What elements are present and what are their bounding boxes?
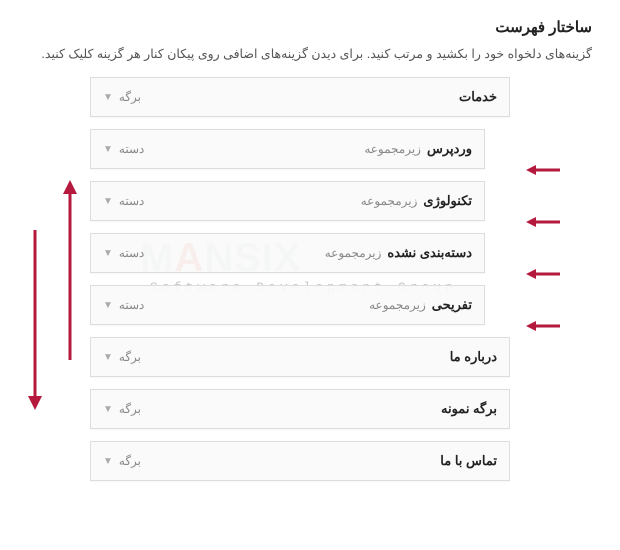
menu-item-sublabel: زیرمجموعه <box>364 142 421 156</box>
section-heading: ساختار فهرست <box>0 18 592 36</box>
menu-item[interactable]: تماس با ما برگه ▼ <box>90 441 510 481</box>
menu-item-type[interactable]: برگه ▼ <box>103 350 141 364</box>
menu-item-type[interactable]: برگه ▼ <box>103 90 141 104</box>
menu-item-title: برگه نمونه <box>441 401 497 417</box>
menu-item-title: تکنولوژی <box>423 193 472 209</box>
chevron-down-icon: ▼ <box>103 144 113 155</box>
menu-item-type[interactable]: دسته ▼ <box>103 142 144 156</box>
menu-item-type[interactable]: دسته ▼ <box>103 194 144 208</box>
chevron-down-icon: ▼ <box>103 352 113 363</box>
menu-item-title: تماس با ما <box>440 453 497 469</box>
menu-item[interactable]: دسته‌بندی نشده زیرمجموعه دسته ▼ <box>90 233 485 273</box>
annotation-arrow-down-icon <box>25 230 45 410</box>
annotation-arrow-up-icon <box>60 180 80 360</box>
menu-item[interactable]: خدمات برگه ▼ <box>90 77 510 117</box>
menu-item-type[interactable]: دسته ▼ <box>103 246 144 260</box>
annotation-arrow-icon <box>530 215 560 229</box>
section-description: گزینه‌های دلخواه خود را بکشید و مرتب کنی… <box>0 46 592 61</box>
menu-item-title: تفریحی <box>432 297 472 313</box>
annotation-arrow-icon <box>530 267 560 281</box>
menu-item[interactable]: وردپرس زیرمجموعه دسته ▼ <box>90 129 485 169</box>
menu-item-sublabel: زیرمجموعه <box>361 194 418 208</box>
menu-item-type[interactable]: دسته ▼ <box>103 298 144 312</box>
menu-item[interactable]: برگه نمونه برگه ▼ <box>90 389 510 429</box>
menu-item-type[interactable]: برگه ▼ <box>103 402 141 416</box>
chevron-down-icon: ▼ <box>103 92 113 103</box>
chevron-down-icon: ▼ <box>103 248 113 259</box>
menu-item[interactable]: تفریحی زیرمجموعه دسته ▼ <box>90 285 485 325</box>
menu-item-sublabel: زیرمجموعه <box>325 246 382 260</box>
menu-item-title: درباره ما <box>450 349 497 365</box>
menu-item[interactable]: درباره ما برگه ▼ <box>90 337 510 377</box>
chevron-down-icon: ▼ <box>103 196 113 207</box>
menu-item[interactable]: تکنولوژی زیرمجموعه دسته ▼ <box>90 181 485 221</box>
chevron-down-icon: ▼ <box>103 404 113 415</box>
annotation-arrow-icon <box>530 319 560 333</box>
annotation-arrow-icon <box>530 163 560 177</box>
menu-item-type[interactable]: برگه ▼ <box>103 454 141 468</box>
menu-item-title: خدمات <box>459 89 497 105</box>
menu-item-title: دسته‌بندی نشده <box>387 245 472 261</box>
chevron-down-icon: ▼ <box>103 300 113 311</box>
menu-item-title: وردپرس <box>427 141 472 157</box>
menu-structure-list: خدمات برگه ▼ وردپرس زیرمجموعه دسته ▼ تکن… <box>0 77 600 481</box>
menu-item-sublabel: زیرمجموعه <box>369 298 426 312</box>
chevron-down-icon: ▼ <box>103 456 113 467</box>
